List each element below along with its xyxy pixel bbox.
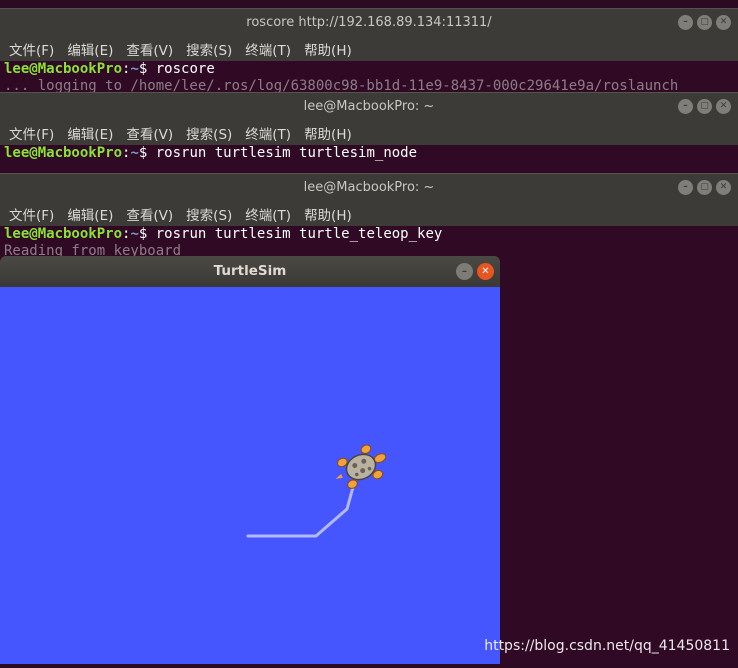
turtlesim-window[interactable]: TurtleSim – ✕ (0, 256, 500, 664)
menu-terminal[interactable]: 终端(T) (245, 204, 291, 224)
menu-file[interactable]: 文件(F) (9, 39, 54, 59)
command-line: lee@MacbookPro:~$ roscore (4, 61, 215, 77)
output-line: ... logging to /home/lee/.ros/log/63800c… (4, 78, 679, 92)
window-title: lee@MacbookPro: ~ (303, 180, 435, 195)
command-line: lee@MacbookPro:~$ rosrun turtlesim turtl… (4, 145, 418, 161)
menu-search[interactable]: 搜索(S) (186, 39, 232, 59)
turtlesim-drawing (246, 444, 387, 538)
turtlesim-title: TurtleSim (213, 263, 287, 279)
turtlesim-canvas (0, 287, 500, 664)
menu-view[interactable]: 查看(V) (126, 123, 173, 143)
prompt-user: lee@MacbookPro (4, 61, 123, 77)
titlebar[interactable]: lee@MacbookPro: ~ – ▢ ✕ (0, 92, 738, 120)
titlebar[interactable]: lee@MacbookPro: ~ – ▢ ✕ (0, 173, 738, 201)
minimize-button[interactable]: – (456, 263, 473, 280)
prompt-path: ~ (130, 226, 139, 242)
menu-search[interactable]: 搜索(S) (186, 204, 232, 224)
menubar: 文件(F) 编辑(E) 查看(V) 搜索(S) 终端(T) 帮助(H) (0, 120, 738, 145)
close-button[interactable]: ✕ (716, 180, 731, 195)
menubar: 文件(F) 编辑(E) 查看(V) 搜索(S) 终端(T) 帮助(H) (0, 36, 738, 61)
prompt-path: ~ (130, 145, 139, 161)
turtlesim-titlebar[interactable]: TurtleSim – ✕ (0, 256, 500, 287)
menu-file[interactable]: 文件(F) (9, 123, 54, 143)
menubar: 文件(F) 编辑(E) 查看(V) 搜索(S) 终端(T) 帮助(H) (0, 201, 738, 226)
menu-edit[interactable]: 编辑(E) (67, 204, 113, 224)
turtle-icon (335, 444, 387, 489)
command-text: roscore (155, 61, 215, 77)
terminal-window-turtlesim-node[interactable]: lee@MacbookPro: ~ – ▢ ✕ 文件(F) 编辑(E) 查看(V… (0, 92, 738, 173)
menu-terminal[interactable]: 终端(T) (245, 123, 291, 143)
close-button[interactable]: ✕ (477, 263, 494, 280)
titlebar[interactable]: roscore http://192.168.89.134:11311/ – ▢… (0, 8, 738, 36)
command-text: rosrun turtlesim turtle_teleop_key (155, 226, 443, 242)
minimize-button[interactable]: – (678, 180, 693, 195)
menu-help[interactable]: 帮助(H) (304, 123, 352, 143)
turtle-trail (246, 478, 357, 538)
terminal-window-roscore[interactable]: roscore http://192.168.89.134:11311/ – ▢… (0, 8, 738, 92)
maximize-button[interactable]: ▢ (697, 15, 712, 30)
maximize-button[interactable]: ▢ (697, 99, 712, 114)
prompt-path: ~ (130, 61, 139, 77)
menu-view[interactable]: 查看(V) (126, 204, 173, 224)
menu-file[interactable]: 文件(F) (9, 204, 54, 224)
prompt-user: lee@MacbookPro (4, 145, 123, 161)
minimize-button[interactable]: – (678, 15, 693, 30)
menu-terminal[interactable]: 终端(T) (245, 39, 291, 59)
prompt-user: lee@MacbookPro (4, 226, 123, 242)
menu-edit[interactable]: 编辑(E) (67, 123, 113, 143)
close-button[interactable]: ✕ (716, 99, 731, 114)
menu-help[interactable]: 帮助(H) (304, 39, 352, 59)
close-button[interactable]: ✕ (716, 15, 731, 30)
command-text: rosrun turtlesim turtlesim_node (155, 145, 418, 161)
menu-help[interactable]: 帮助(H) (304, 204, 352, 224)
watermark-url: https://blog.csdn.net/qq_41450811 (484, 638, 730, 654)
menu-search[interactable]: 搜索(S) (186, 123, 232, 143)
menu-view[interactable]: 查看(V) (126, 39, 173, 59)
maximize-button[interactable]: ▢ (697, 180, 712, 195)
command-line: lee@MacbookPro:~$ rosrun turtlesim turtl… (4, 226, 443, 242)
minimize-button[interactable]: – (678, 99, 693, 114)
window-title: lee@MacbookPro: ~ (303, 99, 435, 114)
window-title: roscore http://192.168.89.134:11311/ (246, 15, 492, 30)
menu-edit[interactable]: 编辑(E) (67, 39, 113, 59)
